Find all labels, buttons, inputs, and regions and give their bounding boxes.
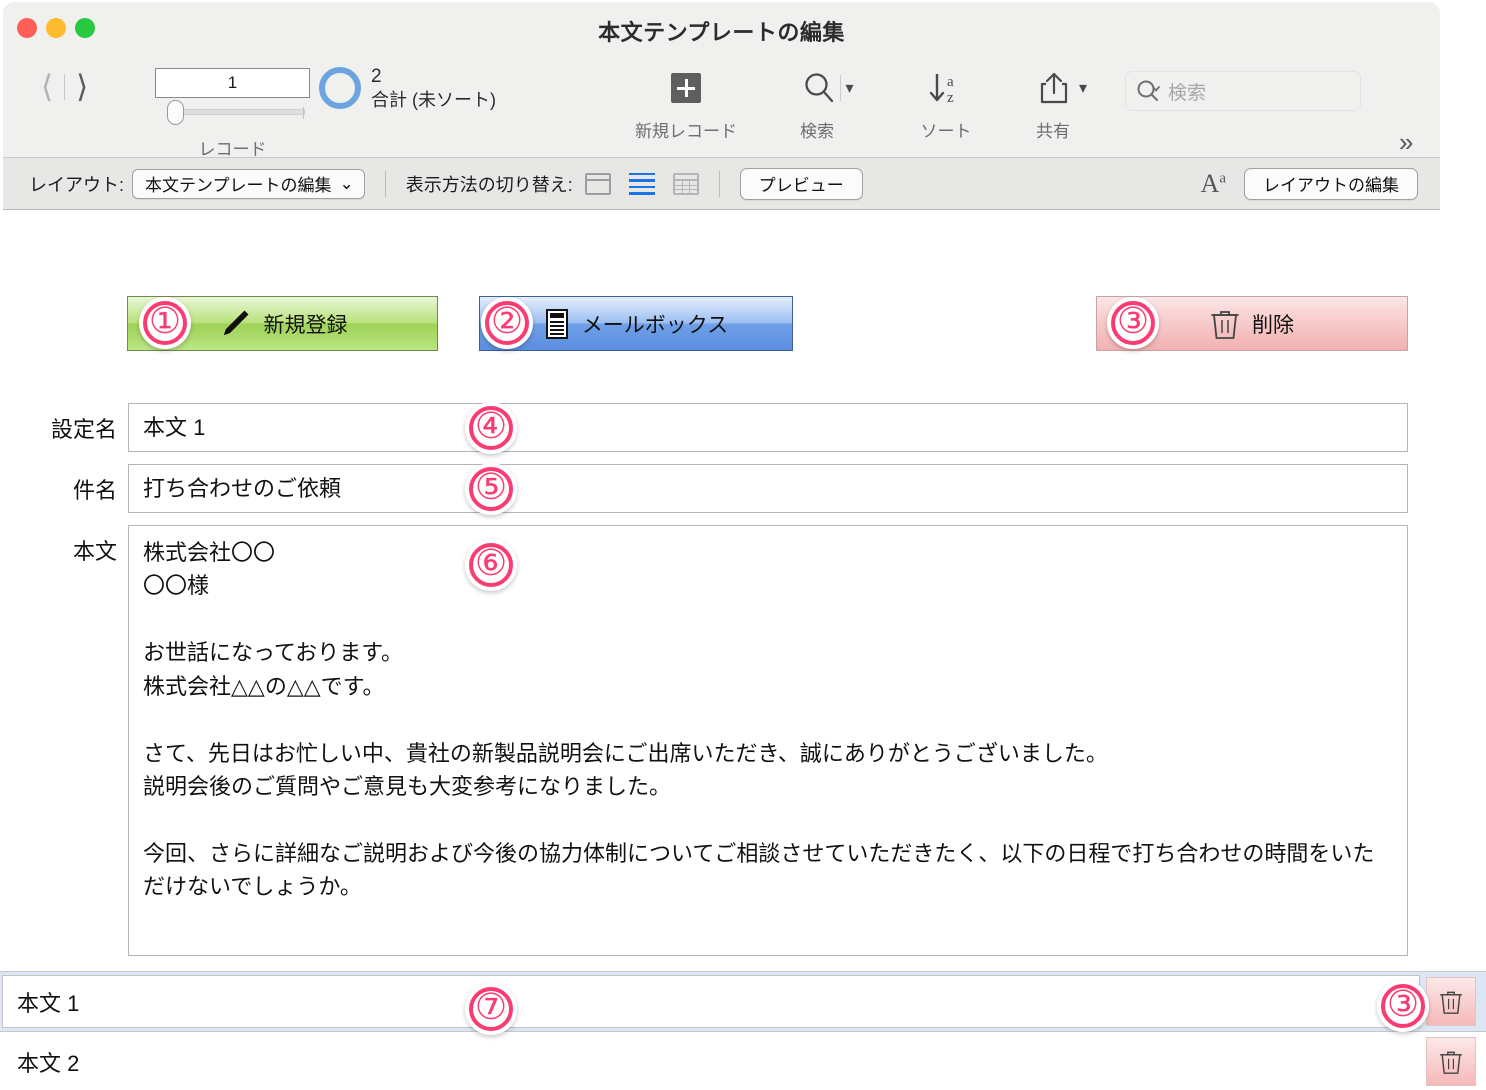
body-textarea[interactable]: 株式会社〇〇 〇〇様 お世話になっております。 株式会社△△の△△です。 さて、… xyxy=(128,525,1408,956)
new-record-button[interactable]: 新規レコード xyxy=(635,65,737,142)
view-switch-label: 表示方法の切り替え: xyxy=(405,174,573,195)
table-view-icon[interactable] xyxy=(672,172,699,195)
annotation-badge-4: ④ xyxy=(465,402,517,454)
table-row[interactable]: 本文 1 xyxy=(0,972,1486,1031)
annotation-badge-3: ③ xyxy=(1107,297,1159,349)
share-label: 共有 xyxy=(1036,122,1070,141)
total-records-group: 2 合計 (未ソート) xyxy=(319,65,496,111)
layout-popup-menu[interactable]: 本文テンプレートの編集 ⌄ xyxy=(132,168,365,199)
layout-bar: レイアウト: 本文テンプレートの編集 ⌄ 表示方法の切り替え: プレビュー Aa… xyxy=(3,157,1440,209)
row-delete-button[interactable] xyxy=(1426,977,1476,1026)
record-number-input[interactable]: 1 xyxy=(155,68,310,98)
list-row-name[interactable]: 本文 2 xyxy=(2,1035,1420,1088)
new-record-label: 新規レコード xyxy=(635,122,737,141)
record-nav-arrows[interactable]: ⟨ ⟩ xyxy=(41,71,88,102)
layout-popup-value: 本文テンプレートの編集 xyxy=(145,176,332,195)
annotation-badge-7: ⑦ xyxy=(465,983,517,1035)
svg-text:a: a xyxy=(947,74,954,90)
layout-bar-divider-2 xyxy=(718,170,720,197)
list-row-name[interactable]: 本文 1 xyxy=(2,975,1420,1028)
delete-label: 削除 xyxy=(1252,313,1294,337)
nav-divider xyxy=(64,73,66,100)
find-button[interactable]: ▾ 検索 xyxy=(773,65,883,142)
total-count: 2 xyxy=(371,66,382,87)
next-record-icon[interactable]: ⟩ xyxy=(76,71,88,102)
form-view-icon[interactable] xyxy=(584,172,611,195)
template-list: 本文 1 本文 2 xyxy=(0,971,1486,1090)
find-label: 検索 xyxy=(800,122,834,141)
preview-button[interactable]: プレビュー xyxy=(739,167,863,200)
find-divider xyxy=(840,75,842,101)
svg-text:z: z xyxy=(947,90,954,106)
layout-label: レイアウト: xyxy=(29,174,125,195)
search-icon xyxy=(1137,80,1160,101)
annotation-badge-2: ② xyxy=(481,297,533,349)
sort-button[interactable]: a z ソート xyxy=(901,65,991,142)
row-delete-button[interactable] xyxy=(1426,1037,1476,1086)
search-field[interactable]: 検索 xyxy=(1125,71,1361,111)
plus-icon xyxy=(671,73,701,103)
text-size-icon[interactable]: Aa xyxy=(1201,169,1226,199)
mailbox-label: メールボックス xyxy=(581,313,729,337)
subject-input[interactable]: 打ち合わせのご依頼 xyxy=(128,464,1408,513)
new-registration-label: 新規登録 xyxy=(263,313,348,337)
mailbox-icon xyxy=(545,308,568,339)
toolbar: ⟨ ⟩ 1 レコード 2 合計 (未ソート) 新規レコード ▾ 検索 a z ソ… xyxy=(3,57,1440,159)
trash-icon xyxy=(1439,991,1463,1014)
layout-bar-divider xyxy=(384,170,386,197)
slider-track xyxy=(167,107,305,119)
annotation-badge-3b: ③ xyxy=(1377,980,1429,1032)
field-label-setting-name: 設定名 xyxy=(50,417,117,442)
trash-icon xyxy=(1439,1051,1463,1074)
field-label-subject: 件名 xyxy=(72,478,117,503)
list-view-icon[interactable] xyxy=(628,172,655,195)
sort-label: ソート xyxy=(920,122,972,141)
share-button[interactable]: ▾ 共有 xyxy=(1013,65,1113,142)
setting-name-input[interactable]: 本文 1 xyxy=(128,403,1408,452)
share-icon xyxy=(1040,72,1068,104)
app-window: 本文テンプレートの編集 ⟨ ⟩ 1 レコード 2 合計 (未ソート) 新規レコー… xyxy=(3,2,1440,210)
record-slider[interactable] xyxy=(155,100,310,125)
screen-root: 本文テンプレートの編集 ⟨ ⟩ 1 レコード 2 合計 (未ソート) 新規レコー… xyxy=(0,0,1486,1090)
total-label: 合計 (未ソート) xyxy=(371,89,496,110)
view-mode-group[interactable] xyxy=(584,172,699,195)
pencil-icon xyxy=(223,310,248,335)
search-icon xyxy=(805,73,834,103)
chevron-double-right-icon[interactable]: » xyxy=(1399,127,1413,158)
search-input[interactable]: 検索 xyxy=(1168,78,1206,105)
previous-record-icon[interactable]: ⟨ xyxy=(41,71,53,102)
annotation-badge-6: ⑥ xyxy=(465,539,517,591)
sort-az-icon: a z xyxy=(929,74,954,106)
chevron-down-icon: ⌄ xyxy=(339,173,354,193)
chevron-down-icon[interactable]: ▾ xyxy=(845,78,853,98)
annotation-badge-1: ① xyxy=(139,297,191,349)
record-number-box[interactable]: 1 xyxy=(155,68,310,125)
slider-thumb[interactable] xyxy=(167,100,184,125)
window-title: 本文テンプレートの編集 xyxy=(598,20,845,45)
share-chevron-down-icon[interactable]: ▾ xyxy=(1079,78,1087,98)
field-label-body: 本文 xyxy=(72,539,117,564)
table-row[interactable]: 本文 2 xyxy=(0,1032,1486,1090)
edit-layout-button[interactable]: レイアウトの編集 xyxy=(1244,167,1418,200)
annotation-badge-5: ⑤ xyxy=(465,463,517,515)
trash-icon xyxy=(1211,310,1239,339)
window-titlebar: 本文テンプレートの編集 ⟨ ⟩ 1 レコード 2 合計 (未ソート) 新規レコー… xyxy=(3,2,1440,159)
found-set-donut-icon xyxy=(319,67,361,109)
